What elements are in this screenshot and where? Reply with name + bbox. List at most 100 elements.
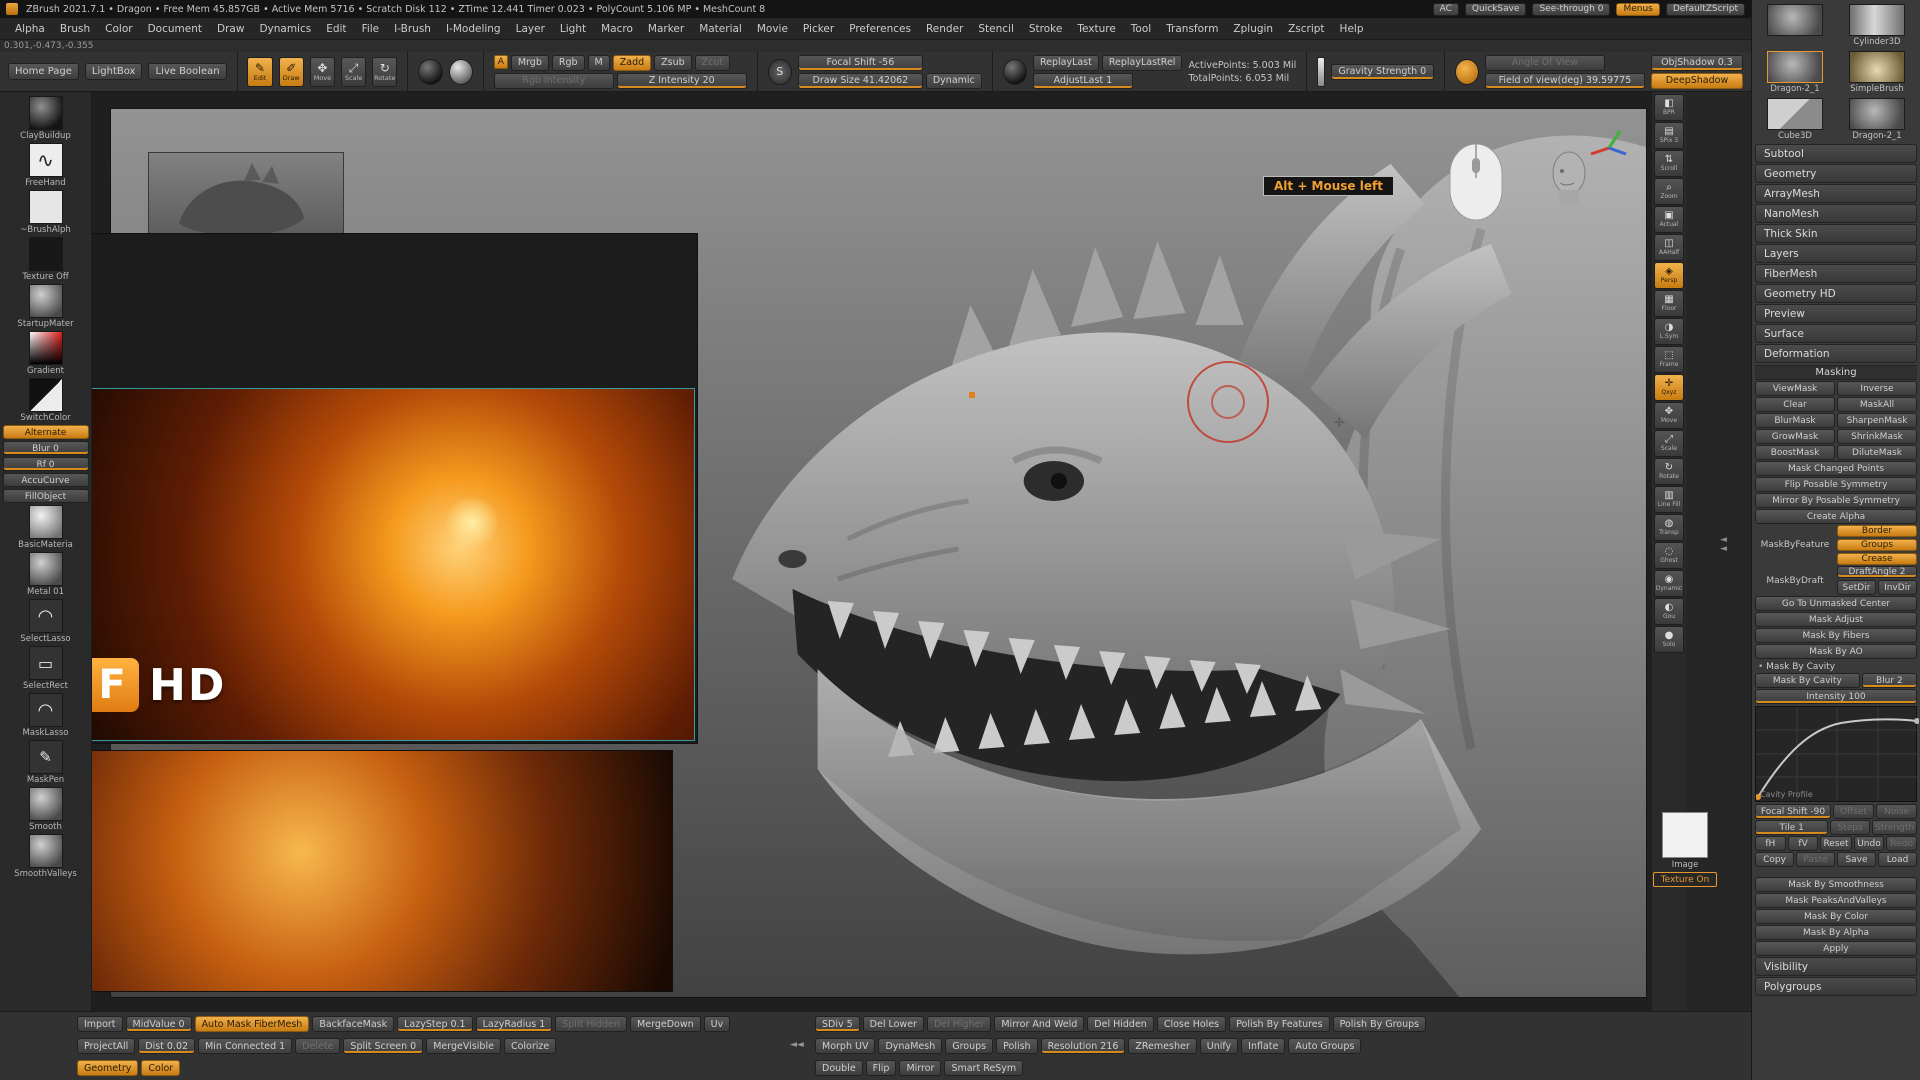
tray-item[interactable]: Metal 01 <box>3 552 89 597</box>
masking-button[interactable]: Clear <box>1755 397 1835 412</box>
bottom-button[interactable]: Mirror <box>899 1060 941 1076</box>
replay-icon[interactable] <box>1003 59 1027 85</box>
tray-item[interactable]: MaskPen <box>3 740 89 785</box>
menu-item[interactable]: Stroke <box>1026 21 1065 37</box>
curve-edit-button[interactable]: fV <box>1788 836 1819 851</box>
menu-item[interactable]: Macro <box>598 21 636 37</box>
shelf-icon-button[interactable]: ◑ L.Sym <box>1654 318 1684 345</box>
titlebar-button[interactable]: AC <box>1433 3 1459 16</box>
a-chip[interactable]: A <box>494 55 508 69</box>
deep-shadow-button[interactable]: DeepShadow <box>1651 73 1743 89</box>
replay-last-rel-button[interactable]: ReplayLastRel <box>1102 55 1183 71</box>
shelf-icon-button[interactable]: ◌ Ghost <box>1654 542 1684 569</box>
cavity-control-button[interactable]: Focal Shift -90 <box>1755 804 1831 819</box>
shelf-icon-button[interactable]: ⤢ Scale <box>1654 430 1684 457</box>
bottom-button[interactable]: Import <box>77 1016 123 1032</box>
gravity-direction-icon[interactable] <box>1317 57 1325 87</box>
shelf-icon-button[interactable]: ◉ Dynamic <box>1654 570 1684 597</box>
shelf-icon-button[interactable]: ▤ SPix 3 <box>1654 122 1684 149</box>
curve-io-button[interactable]: Copy <box>1755 852 1794 867</box>
stroke-type-icon[interactable] <box>418 59 442 85</box>
bottom-button[interactable]: BackfaceMask <box>312 1016 394 1032</box>
bottom-button[interactable]: ProjectAll <box>77 1038 135 1054</box>
bottom-button[interactable]: Geometry <box>77 1060 138 1076</box>
dragon-sculpt[interactable] <box>697 109 1647 998</box>
replay-last-button[interactable]: ReplayLast <box>1033 55 1099 71</box>
edit-mode-button[interactable]: ✎ Edit <box>247 57 272 87</box>
menu-item[interactable]: Preferences <box>846 21 914 37</box>
bottom-button[interactable]: Morph UV <box>815 1038 875 1054</box>
menu-item[interactable]: Layer <box>513 21 548 37</box>
shelf-icon-button[interactable]: ⌕ Zoom <box>1654 178 1684 205</box>
adjust-last-slider[interactable]: AdjustLast 1 <box>1033 73 1133 89</box>
masking-button[interactable]: SharpenMask <box>1837 413 1917 428</box>
masking-button[interactable]: BoostMask <box>1755 445 1835 460</box>
tray-item[interactable]: Texture Off <box>3 237 89 282</box>
bottom-button[interactable]: Flip <box>866 1060 897 1076</box>
bottom-button[interactable]: Split Screen 0 <box>343 1038 423 1054</box>
bottom-button[interactable]: Uv <box>704 1016 731 1032</box>
texture-on-button[interactable]: Texture On <box>1653 872 1717 887</box>
alpha-picker-icon[interactable] <box>449 59 473 85</box>
palette-section-row[interactable]: ArrayMesh <box>1755 184 1917 203</box>
curve-edit-button[interactable]: fH <box>1755 836 1786 851</box>
bottom-button[interactable]: ZRemesher <box>1128 1038 1196 1054</box>
reference-image-2[interactable] <box>73 750 673 992</box>
shelf-icon-button[interactable]: ▦ Floor <box>1654 290 1684 317</box>
bottom-button[interactable]: Unify <box>1200 1038 1238 1054</box>
tool-cell[interactable]: Cylinder3D <box>1836 2 1918 49</box>
tray-item[interactable]: Rf 0 <box>3 457 89 471</box>
shelf-icon-button[interactable]: ◫ AAHalf <box>1654 234 1684 261</box>
shelf-icon-button[interactable]: ↻ Rotate <box>1654 458 1684 485</box>
palette-section-row[interactable]: Deformation <box>1755 344 1917 363</box>
bottom-button[interactable]: Split Hidden <box>555 1016 627 1032</box>
menu-item[interactable]: Material <box>696 21 745 37</box>
bottom-button[interactable]: Resolution 216 <box>1041 1038 1126 1054</box>
bottom-button[interactable]: Close Holes <box>1157 1016 1226 1032</box>
menu-item[interactable]: Stencil <box>975 21 1017 37</box>
masking-button[interactable]: Mask PeaksAndValleys <box>1755 893 1917 908</box>
bottom-button[interactable]: DynaMesh <box>878 1038 942 1054</box>
palette-section-row[interactable]: Preview <box>1755 304 1917 323</box>
masking-section-header[interactable]: Masking <box>1755 365 1917 380</box>
menu-item[interactable]: File <box>359 21 383 37</box>
bottom-button[interactable]: MergeVisible <box>426 1038 501 1054</box>
home-page-button[interactable]: Home Page <box>8 63 79 80</box>
curve-io-button[interactable]: Save <box>1837 852 1876 867</box>
titlebar-button[interactable]: See-through 0 <box>1532 3 1610 16</box>
bottom-button[interactable]: SDiv 5 <box>815 1016 860 1032</box>
masking-button[interactable]: GrowMask <box>1755 429 1835 444</box>
z-intensity-slider[interactable]: Z Intensity 20 <box>617 73 747 89</box>
curve-io-button[interactable]: Load <box>1878 852 1917 867</box>
tray-item[interactable]: ClayBuildup <box>3 96 89 141</box>
cavity-control-button[interactable]: Tile 1 <box>1755 820 1828 835</box>
tray-item[interactable]: BasicMateria <box>3 505 89 550</box>
bottom-button[interactable]: Polish By Groups <box>1333 1016 1427 1032</box>
tool-cell[interactable]: Dragon-2_1 <box>1754 49 1836 96</box>
titlebar-button[interactable]: Menus <box>1616 3 1659 16</box>
menu-item[interactable]: Edit <box>323 21 349 37</box>
masking-button[interactable]: Mask Changed Points <box>1755 461 1917 476</box>
menu-item[interactable]: Light <box>557 21 589 37</box>
tray-item[interactable]: SmoothValleys <box>3 834 89 879</box>
menu-item[interactable]: Dynamics <box>256 21 314 37</box>
bottom-button[interactable]: Mirror And Weld <box>994 1016 1084 1032</box>
stroke-curve-icon[interactable]: S <box>768 59 792 85</box>
bottom-button[interactable]: Color <box>141 1060 180 1076</box>
palette-section-row[interactable]: NanoMesh <box>1755 204 1917 223</box>
menu-item[interactable]: I-Modeling <box>443 21 504 37</box>
zadd-button[interactable]: Zadd <box>613 55 651 71</box>
bottom-button[interactable]: Del Lower <box>863 1016 924 1032</box>
lightbox-button[interactable]: LightBox <box>85 63 143 80</box>
tray-item[interactable]: Blur 0 <box>3 441 89 455</box>
masking-button[interactable]: Go To Unmasked Center <box>1755 596 1917 611</box>
bottom-button[interactable]: LazyStep 0.1 <box>397 1016 472 1032</box>
palette-section-row[interactable]: Geometry <box>1755 164 1917 183</box>
cavity-control-button[interactable]: Strength <box>1872 820 1917 835</box>
bottom-button[interactable]: Auto Mask FiberMesh <box>195 1016 310 1032</box>
menu-item[interactable]: Zscript <box>1285 21 1327 37</box>
titlebar-button[interactable]: DefaultZScript <box>1666 3 1745 16</box>
menu-item[interactable]: Render <box>923 21 966 37</box>
masking-button[interactable]: Flip Posable Symmetry <box>1755 477 1917 492</box>
masking-button[interactable]: Mask By AO <box>1755 644 1917 659</box>
